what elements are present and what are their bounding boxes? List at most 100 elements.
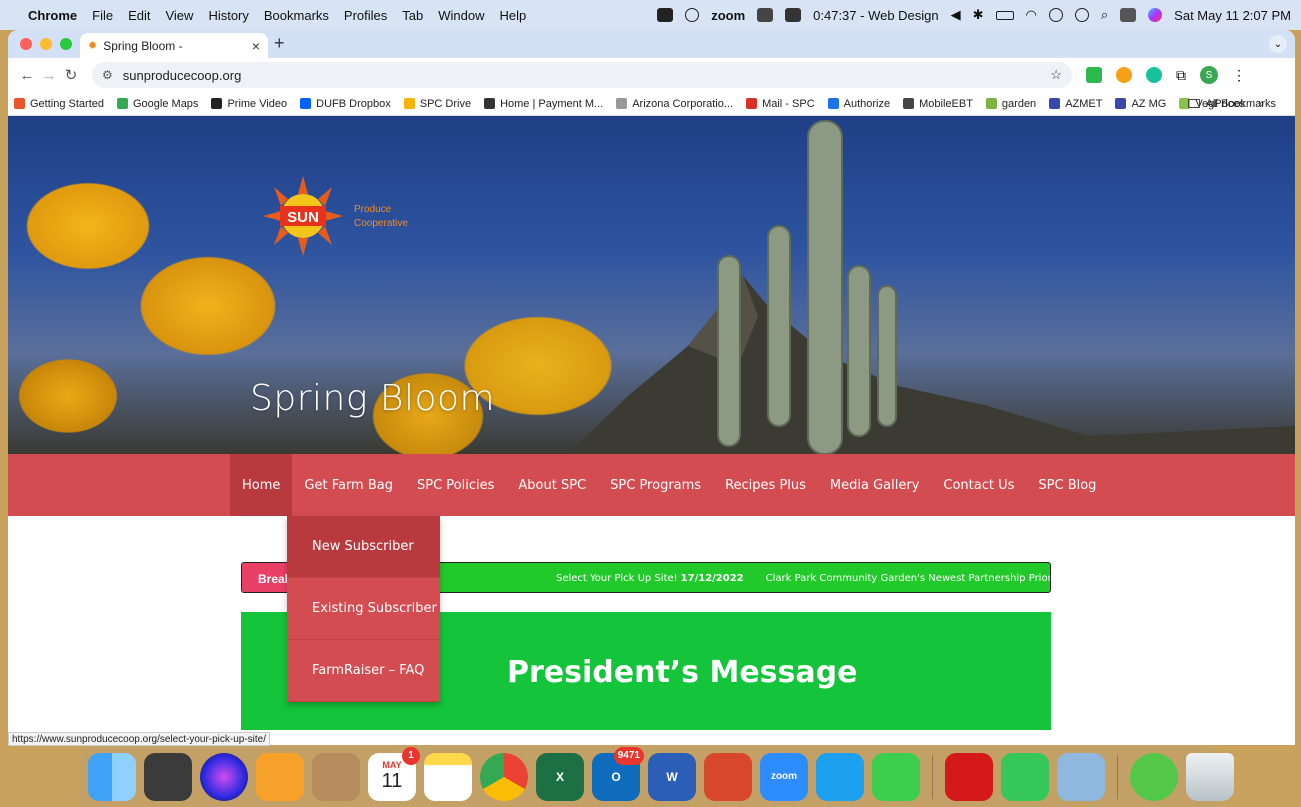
- checkbox-extension-icon[interactable]: [1086, 67, 1102, 83]
- clipboard-tray-icon[interactable]: [785, 8, 802, 22]
- bookmark-google-maps[interactable]: Google Maps: [117, 98, 198, 110]
- close-tab-icon[interactable]: ×: [252, 38, 260, 54]
- bookmark-label: SPC Drive: [419, 97, 472, 110]
- bookmark-mail-spc[interactable]: Mail - SPC: [746, 98, 815, 110]
- minimize-window-icon[interactable]: [40, 38, 52, 50]
- chrome-window: ✹ Spring Bloom - × + ⌄ ← → ↻ ⚙ sunproduc…: [8, 30, 1295, 745]
- grammarly-extension-icon[interactable]: [1146, 67, 1162, 83]
- menu-history[interactable]: History: [208, 8, 248, 23]
- bookmark-azmet[interactable]: AZMET: [1049, 98, 1102, 110]
- address-bar[interactable]: ⚙ sunproducecoop.org ☆: [92, 62, 1072, 88]
- menu-help[interactable]: Help: [500, 8, 527, 23]
- dropdown-existing-subscriber[interactable]: Existing Subscriber: [287, 578, 440, 640]
- maximize-window-icon[interactable]: [60, 38, 72, 50]
- time-machine-icon[interactable]: [1074, 8, 1089, 22]
- nav-get-farm-bag[interactable]: Get Farm Bag: [292, 454, 405, 516]
- bookmark-dufb-dropbox[interactable]: DUFB Dropbox: [300, 98, 391, 110]
- dropdown-farmraiser-faq[interactable]: FarmRaiser – FAQ: [287, 640, 440, 702]
- site-settings-icon[interactable]: ⚙: [102, 68, 113, 82]
- screen-share-icon[interactable]: [657, 8, 674, 22]
- paprika-icon[interactable]: [704, 752, 752, 801]
- contacts-icon[interactable]: [312, 752, 360, 801]
- hero-title: Spring Bloom: [250, 378, 496, 419]
- menu-window[interactable]: Window: [438, 8, 484, 23]
- forward-arrow-icon[interactable]: →: [38, 67, 60, 84]
- volume-icon[interactable]: ◀︎: [951, 7, 961, 23]
- siri-icon[interactable]: [1148, 8, 1163, 22]
- nav-spc-blog[interactable]: SPC Blog: [1026, 454, 1108, 516]
- reload-icon[interactable]: ↻: [60, 66, 82, 84]
- siri-app-icon[interactable]: [200, 752, 248, 801]
- nav-spc-programs[interactable]: SPC Programs: [598, 454, 713, 516]
- dropdown-new-subscriber[interactable]: New Subscriber: [287, 516, 440, 578]
- clock-readout[interactable]: Sat May 11 2:07 PM: [1174, 8, 1291, 23]
- menu-profiles[interactable]: Profiles: [344, 8, 387, 23]
- excel-icon[interactable]: X: [536, 752, 584, 801]
- menu-tab[interactable]: Tab: [402, 8, 423, 23]
- pages-icon[interactable]: [256, 752, 304, 801]
- control-center-icon[interactable]: [1120, 8, 1137, 22]
- get-farm-bag-dropdown: New Subscriber Existing Subscriber FarmR…: [287, 516, 440, 702]
- clockify-icon[interactable]: [816, 752, 864, 801]
- nav-spc-policies[interactable]: SPC Policies: [405, 454, 506, 516]
- zoom-menu-item[interactable]: zoom: [711, 8, 745, 23]
- profile-avatar[interactable]: S: [1200, 66, 1218, 84]
- back-arrow-icon[interactable]: ←: [16, 67, 38, 84]
- facetime-icon[interactable]: [1001, 752, 1049, 801]
- bookmark-authorize[interactable]: Authorize: [827, 98, 890, 110]
- acrobat-icon[interactable]: [945, 752, 993, 801]
- bluetooth-icon[interactable]: ✱: [973, 7, 984, 23]
- nav-about-spc[interactable]: About SPC: [506, 454, 598, 516]
- nav-home[interactable]: Home: [230, 454, 293, 516]
- outlook-icon[interactable]: O 9471: [592, 746, 644, 801]
- chrome-menu-icon[interactable]: ⋮: [1232, 67, 1246, 84]
- finder-icon[interactable]: [88, 752, 136, 801]
- bookmark-garden[interactable]: garden: [985, 98, 1036, 110]
- nav-recipes-plus[interactable]: Recipes Plus: [713, 454, 818, 516]
- bookmark-star-icon[interactable]: ☆: [1050, 67, 1062, 83]
- close-window-icon[interactable]: [20, 38, 32, 50]
- menu-file[interactable]: File: [92, 8, 113, 23]
- menu-edit[interactable]: Edit: [128, 8, 150, 23]
- battery-icon[interactable]: [995, 10, 1014, 20]
- menu-bar-status-area: zoom 0:47:37 - Web Design ◀︎ ✱ ◠ ⌕ Sat M…: [657, 0, 1291, 30]
- messages-icon[interactable]: [872, 752, 920, 801]
- bookmark-prime-video[interactable]: Prime Video: [211, 98, 287, 110]
- new-tab-icon[interactable]: +: [274, 33, 285, 54]
- bookmark-arizona-corporation[interactable]: Arizona Corporatio...: [616, 98, 733, 110]
- menu-bookmarks[interactable]: Bookmarks: [264, 8, 329, 23]
- ticker-item-clark-park[interactable]: Clark Park Community Garden's Newest Par…: [766, 573, 1050, 584]
- calendar-tray-icon[interactable]: [757, 8, 774, 22]
- nav-contact-us[interactable]: Contact Us: [931, 454, 1026, 516]
- bookmark-getting-started[interactable]: Getting Started: [14, 98, 104, 110]
- bookmark-payment[interactable]: Home | Payment M...: [484, 98, 603, 110]
- globe-icon: [903, 98, 915, 109]
- wifi-icon[interactable]: ◠: [1026, 7, 1037, 23]
- chrome-icon[interactable]: [480, 752, 528, 801]
- calculator-icon[interactable]: [144, 752, 192, 801]
- menu-view[interactable]: View: [165, 8, 193, 23]
- ticker-item-pickup-site[interactable]: Select Your Pick Up Site!: [556, 573, 678, 584]
- preview-icon[interactable]: [1057, 752, 1105, 801]
- honey-extension-icon[interactable]: [1116, 67, 1132, 83]
- cloud-download-icon[interactable]: [1130, 752, 1178, 801]
- grammar-tool-icon[interactable]: [685, 8, 700, 22]
- menu-app-name[interactable]: Chrome: [28, 8, 77, 23]
- bookmark-az-mg[interactable]: AZ MG: [1115, 98, 1166, 110]
- logo-word: SUN: [287, 209, 319, 226]
- bookmark-spc-drive[interactable]: SPC Drive: [403, 97, 472, 110]
- spotlight-icon[interactable]: ⌕: [1101, 7, 1108, 23]
- all-bookmarks[interactable]: All Bookmarks: [1187, 98, 1276, 110]
- user-switch-icon[interactable]: [1048, 8, 1063, 22]
- tab-search-chevron-icon[interactable]: ⌄: [1269, 35, 1287, 53]
- word-icon[interactable]: W: [648, 752, 696, 801]
- trash-icon[interactable]: [1186, 752, 1234, 801]
- nav-media-gallery[interactable]: Media Gallery: [818, 454, 931, 516]
- bookmark-mobileebt[interactable]: MobileEBT: [903, 98, 973, 110]
- extensions-puzzle-icon[interactable]: ⧉: [1176, 67, 1186, 84]
- timer-readout[interactable]: 0:47:37 - Web Design: [813, 8, 939, 23]
- notes-icon[interactable]: [424, 752, 472, 801]
- calendar-icon[interactable]: MAY 11 1: [368, 746, 420, 801]
- active-tab[interactable]: ✹ Spring Bloom - ×: [80, 33, 268, 58]
- zoom-app-icon[interactable]: zoom: [760, 752, 808, 801]
